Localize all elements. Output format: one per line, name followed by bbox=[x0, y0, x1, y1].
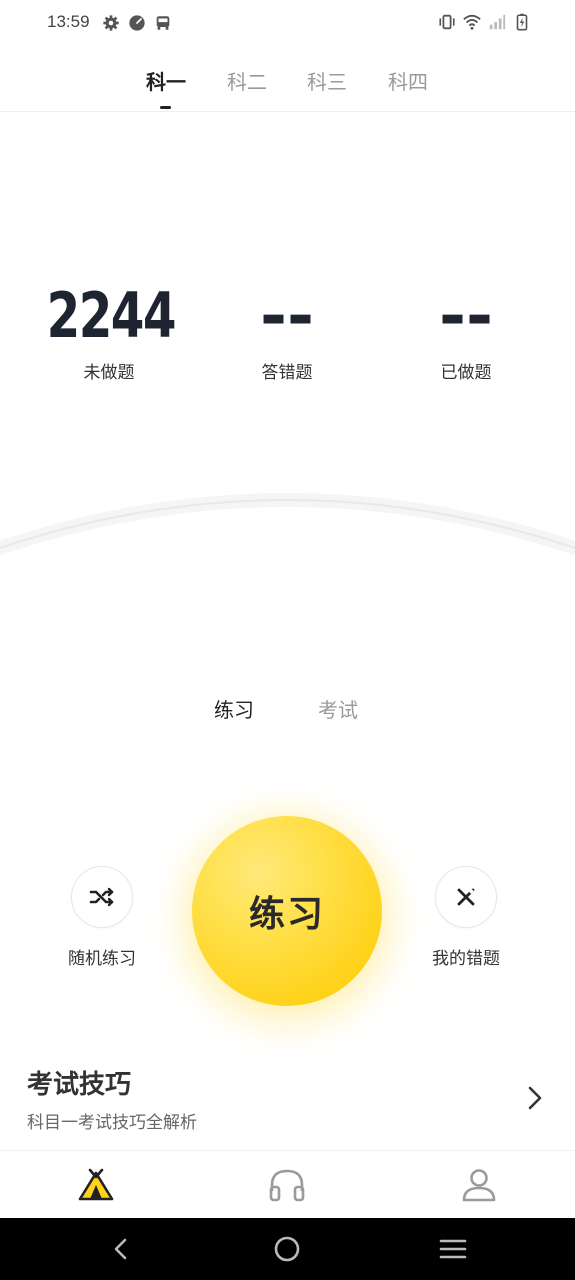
subject-tabs: 科一 科二 科三 科四 bbox=[0, 60, 575, 112]
stat-unanswered-label: 未做题 bbox=[83, 363, 135, 383]
status-time: 13:59 bbox=[47, 12, 90, 31]
headphones-icon[interactable] bbox=[267, 1165, 307, 1205]
stat-unanswered[interactable]: 2244 未做题 bbox=[29, 279, 189, 384]
vibrate-icon bbox=[439, 14, 455, 30]
stat-done[interactable]: -- 已做题 bbox=[386, 280, 546, 384]
exam-tips-subtitle: 科目一考试技巧全解析 bbox=[27, 1113, 197, 1133]
tab-subject-4[interactable]: 科四 bbox=[388, 66, 428, 95]
wrong-questions-button[interactable]: 我的错题 bbox=[411, 866, 521, 969]
exam-tips-title: 考试技巧 bbox=[27, 1070, 132, 1100]
stat-done-label: 已做题 bbox=[440, 363, 492, 383]
stat-wrong[interactable]: -- 答错题 bbox=[207, 280, 367, 384]
exam-tips-row[interactable]: 考试技巧 科目一考试技巧全解析 bbox=[0, 1062, 575, 1142]
signal-icon bbox=[489, 14, 506, 30]
random-practice-label: 随机练习 bbox=[68, 949, 136, 969]
random-practice-circle[interactable] bbox=[71, 866, 133, 928]
battery-charging-icon bbox=[516, 13, 528, 31]
stat-wrong-label: 答错题 bbox=[261, 363, 313, 383]
mode-practice[interactable]: 练习 bbox=[214, 694, 254, 723]
wrong-questions-label: 我的错题 bbox=[432, 949, 500, 969]
back-icon[interactable] bbox=[106, 1234, 136, 1264]
mode-exam[interactable]: 考试 bbox=[318, 694, 358, 723]
stat-unanswered-value: 2244 bbox=[46, 279, 177, 352]
chevron-right-icon bbox=[528, 1086, 542, 1110]
start-practice-label: 练习 bbox=[248, 894, 325, 935]
wifi-icon bbox=[463, 14, 481, 30]
bottom-nav bbox=[0, 1150, 575, 1218]
home-icon[interactable] bbox=[272, 1234, 302, 1264]
tab-subject-3[interactable]: 科三 bbox=[307, 66, 347, 95]
system-nav-bar bbox=[0, 1218, 575, 1280]
decorative-arc bbox=[0, 470, 575, 590]
start-practice-button[interactable]: 练习 bbox=[192, 816, 382, 1006]
tab-indicator bbox=[160, 106, 171, 109]
shuffle-icon bbox=[89, 887, 114, 907]
user-icon[interactable] bbox=[459, 1165, 499, 1205]
random-practice-button[interactable]: 随机练习 bbox=[47, 866, 157, 969]
status-right-icons bbox=[438, 13, 531, 31]
status-left-icons bbox=[102, 14, 172, 32]
tent-icon[interactable] bbox=[76, 1165, 116, 1205]
tab-subject-1[interactable]: 科一 bbox=[146, 66, 186, 95]
wrong-questions-circle[interactable] bbox=[435, 866, 497, 928]
bus-icon bbox=[156, 16, 170, 30]
stat-wrong-value: -- bbox=[259, 279, 315, 352]
cross-icon bbox=[457, 888, 475, 906]
tab-subject-2[interactable]: 科二 bbox=[227, 66, 267, 95]
stat-done-value: -- bbox=[438, 279, 494, 352]
speed-icon bbox=[129, 15, 145, 31]
status-bar: 13:59 bbox=[0, 0, 575, 48]
menu-icon[interactable] bbox=[438, 1234, 468, 1264]
gear-icon bbox=[103, 15, 119, 31]
